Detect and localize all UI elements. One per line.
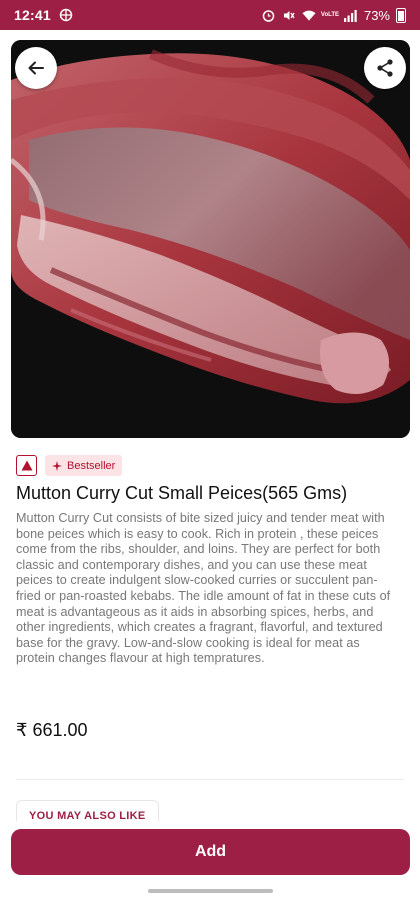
- product-price: ₹ 661.00: [16, 720, 88, 740]
- share-icon: [377, 59, 393, 77]
- product-image: [11, 40, 410, 438]
- divider: [16, 779, 404, 780]
- home-indicator[interactable]: [148, 889, 273, 893]
- hotspot-icon: [59, 8, 73, 22]
- product-title: Mutton Curry Cut Small Peices(565 Gms): [16, 483, 348, 503]
- back-button[interactable]: [15, 47, 57, 89]
- mute-icon: [282, 8, 296, 22]
- badges: Bestseller: [16, 455, 123, 476]
- sparkle-icon: [52, 460, 62, 471]
- product-photo: [11, 40, 410, 438]
- arrow-left-icon: [28, 61, 44, 75]
- status-time: 12:41: [14, 7, 51, 23]
- share-button[interactable]: [364, 47, 406, 89]
- bestseller-label: Bestseller: [67, 459, 116, 472]
- non-veg-icon: [16, 455, 37, 476]
- status-bar: 12:41 VoLTE 73%: [0, 0, 420, 30]
- add-button[interactable]: Add: [11, 829, 410, 875]
- product-description: Mutton Curry Cut consists of bite sized …: [16, 511, 391, 666]
- signal-icon: [343, 8, 358, 22]
- bestseller-badge: Bestseller: [45, 455, 123, 476]
- wifi-icon: [302, 8, 316, 22]
- volte-icon: VoLTE: [320, 12, 340, 18]
- alarm-icon: [262, 8, 276, 22]
- battery-percent: 73%: [363, 7, 390, 23]
- battery-icon: [396, 7, 406, 23]
